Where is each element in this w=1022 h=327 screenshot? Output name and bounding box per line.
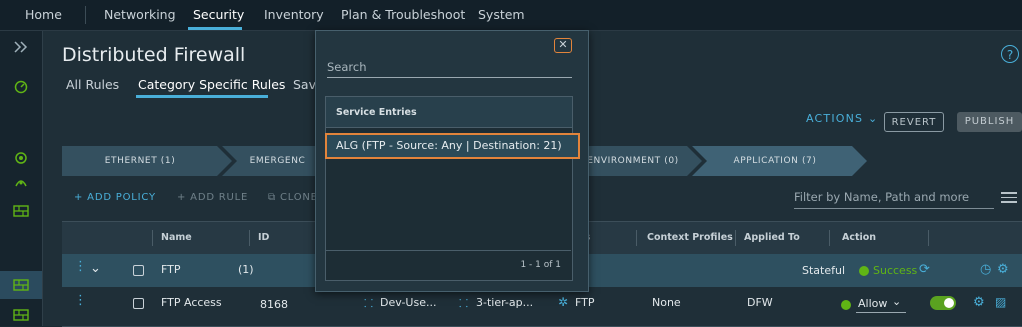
category-application[interactable]: APPLICATION (7) bbox=[700, 146, 850, 176]
gear-icon[interactable]: ⚙ bbox=[973, 295, 985, 310]
chevron-down-icon: ⌄ bbox=[867, 112, 879, 125]
category-ethernet[interactable]: ETHERNET (1) bbox=[70, 146, 210, 176]
refresh-icon[interactable]: ⟳ bbox=[919, 262, 930, 277]
clone-button[interactable]: ⧉ CLONE bbox=[268, 192, 318, 203]
rule-context-profiles: None bbox=[652, 296, 681, 309]
tab-category-specific-rules[interactable]: Category Specific Rules bbox=[138, 77, 285, 92]
tab-all-rules[interactable]: All Rules bbox=[66, 77, 119, 92]
pagination-footer: 1 - 1 of 1 bbox=[325, 250, 571, 280]
rule-applied-to: DFW bbox=[747, 296, 773, 309]
allow-status-icon bbox=[841, 300, 851, 310]
gateway-firewall-icon[interactable] bbox=[11, 305, 31, 325]
network-icon[interactable] bbox=[11, 148, 31, 168]
action-value: Allow bbox=[858, 297, 888, 310]
policy-name: FTP bbox=[161, 263, 181, 276]
rule-source[interactable]: Dev-Use... bbox=[380, 296, 436, 309]
rule-destination[interactable]: 3-tier-ap... bbox=[476, 296, 533, 309]
policy-rule-count: (1) bbox=[238, 263, 254, 276]
add-policy-button[interactable]: + ADD POLICY bbox=[74, 192, 156, 203]
revert-button[interactable]: REVERT bbox=[884, 112, 944, 132]
col-name[interactable]: Name bbox=[161, 232, 192, 243]
chevron-down-icon: ⌄ bbox=[892, 295, 902, 308]
chevron-down-icon[interactable]: ⌄ bbox=[90, 261, 101, 276]
top-nav: Home Networking Security Inventory Plan … bbox=[0, 0, 1022, 31]
tab-active-indicator bbox=[136, 95, 268, 98]
dashboard-icon[interactable] bbox=[11, 77, 31, 97]
group-icon: ⸬ bbox=[459, 297, 469, 310]
close-icon[interactable]: ✕ bbox=[554, 38, 572, 53]
actions-label: ACTIONS bbox=[806, 112, 864, 125]
success-status-icon bbox=[859, 266, 869, 276]
stateful-label: Stateful bbox=[802, 264, 846, 277]
plus-icon: + bbox=[74, 192, 84, 203]
nav-plan-troubleshoot[interactable]: Plan & Troubleshoot bbox=[341, 7, 465, 22]
nav-system[interactable]: System bbox=[478, 7, 525, 22]
plus-icon: + bbox=[177, 192, 187, 203]
clock-icon[interactable]: ◷ bbox=[980, 262, 991, 277]
drag-handle-icon[interactable]: ⋮ bbox=[74, 260, 87, 273]
left-sidebar bbox=[0, 31, 43, 326]
column-divider bbox=[636, 230, 637, 246]
category-emergency[interactable]: EMERGENC bbox=[240, 146, 315, 176]
status-text: Success bbox=[873, 264, 918, 277]
panel-header: Service Entries bbox=[326, 97, 572, 128]
rule-enabled-toggle[interactable] bbox=[930, 296, 956, 310]
nav-home[interactable]: Home bbox=[25, 7, 62, 22]
col-context-profiles[interactable]: Context Profiles bbox=[647, 232, 733, 243]
filter-menu-icon[interactable] bbox=[1001, 192, 1017, 206]
policy-checkbox[interactable] bbox=[133, 265, 144, 276]
group-icon: ⸬ bbox=[364, 297, 374, 310]
rule-service[interactable]: FTP bbox=[575, 296, 595, 309]
nav-active-indicator bbox=[188, 27, 242, 30]
actions-menu[interactable]: ACTIONS ⌄ bbox=[806, 112, 878, 125]
pagination-text: 1 - 1 of 1 bbox=[520, 260, 561, 270]
publish-button[interactable]: PUBLISH bbox=[957, 112, 1022, 132]
add-rule-button[interactable]: + ADD RULE bbox=[177, 192, 248, 203]
col-id[interactable]: ID bbox=[258, 232, 269, 243]
category-environment[interactable]: ENVIRONMENT (0) bbox=[578, 146, 688, 176]
drag-handle-icon[interactable]: ⋮ bbox=[74, 294, 87, 307]
table-row[interactable]: ⋮ FTP Access 8168 ⸬ Dev-Use... ⸬ 3-tier-… bbox=[62, 288, 1022, 327]
expand-icon[interactable] bbox=[11, 37, 31, 57]
clone-label: CLONE bbox=[279, 192, 318, 203]
panel-title: Service Entries bbox=[336, 107, 417, 118]
action-select[interactable]: Allow ⌄ bbox=[856, 294, 906, 313]
page-title: Distributed Firewall bbox=[62, 44, 246, 66]
graph-icon[interactable]: ▨ bbox=[995, 295, 1006, 309]
col-action[interactable]: Action bbox=[842, 232, 876, 243]
search-input[interactable]: Search bbox=[327, 60, 572, 78]
nav-networking[interactable]: Networking bbox=[104, 7, 176, 22]
firewall-icon[interactable] bbox=[11, 201, 31, 221]
column-divider bbox=[249, 230, 250, 246]
gear-icon[interactable]: ⚙ bbox=[997, 262, 1009, 277]
column-divider bbox=[152, 230, 153, 246]
clone-icon: ⧉ bbox=[268, 192, 276, 203]
service-entry-item[interactable]: ALG (FTP - Source: Any | Destination: 21… bbox=[325, 133, 580, 159]
filter-input[interactable]: Filter by Name, Path and more bbox=[794, 190, 994, 209]
column-divider bbox=[928, 230, 929, 246]
distributed-firewall-icon[interactable] bbox=[11, 275, 31, 295]
col-applied-to[interactable]: Applied To bbox=[744, 232, 800, 243]
rule-id: 8168 bbox=[260, 298, 288, 311]
nav-security[interactable]: Security bbox=[193, 7, 244, 22]
nav-inventory[interactable]: Inventory bbox=[264, 7, 324, 22]
rule-name: FTP Access bbox=[161, 296, 222, 309]
nav-divider bbox=[85, 6, 86, 24]
help-icon[interactable]: ? bbox=[1001, 45, 1019, 63]
add-policy-label: ADD POLICY bbox=[87, 192, 156, 203]
security-icon[interactable] bbox=[11, 172, 31, 192]
column-divider bbox=[735, 230, 736, 246]
add-rule-label: ADD RULE bbox=[190, 192, 249, 203]
rule-checkbox[interactable] bbox=[133, 298, 144, 309]
service-icon: ✲ bbox=[558, 295, 569, 309]
column-divider bbox=[829, 230, 830, 246]
